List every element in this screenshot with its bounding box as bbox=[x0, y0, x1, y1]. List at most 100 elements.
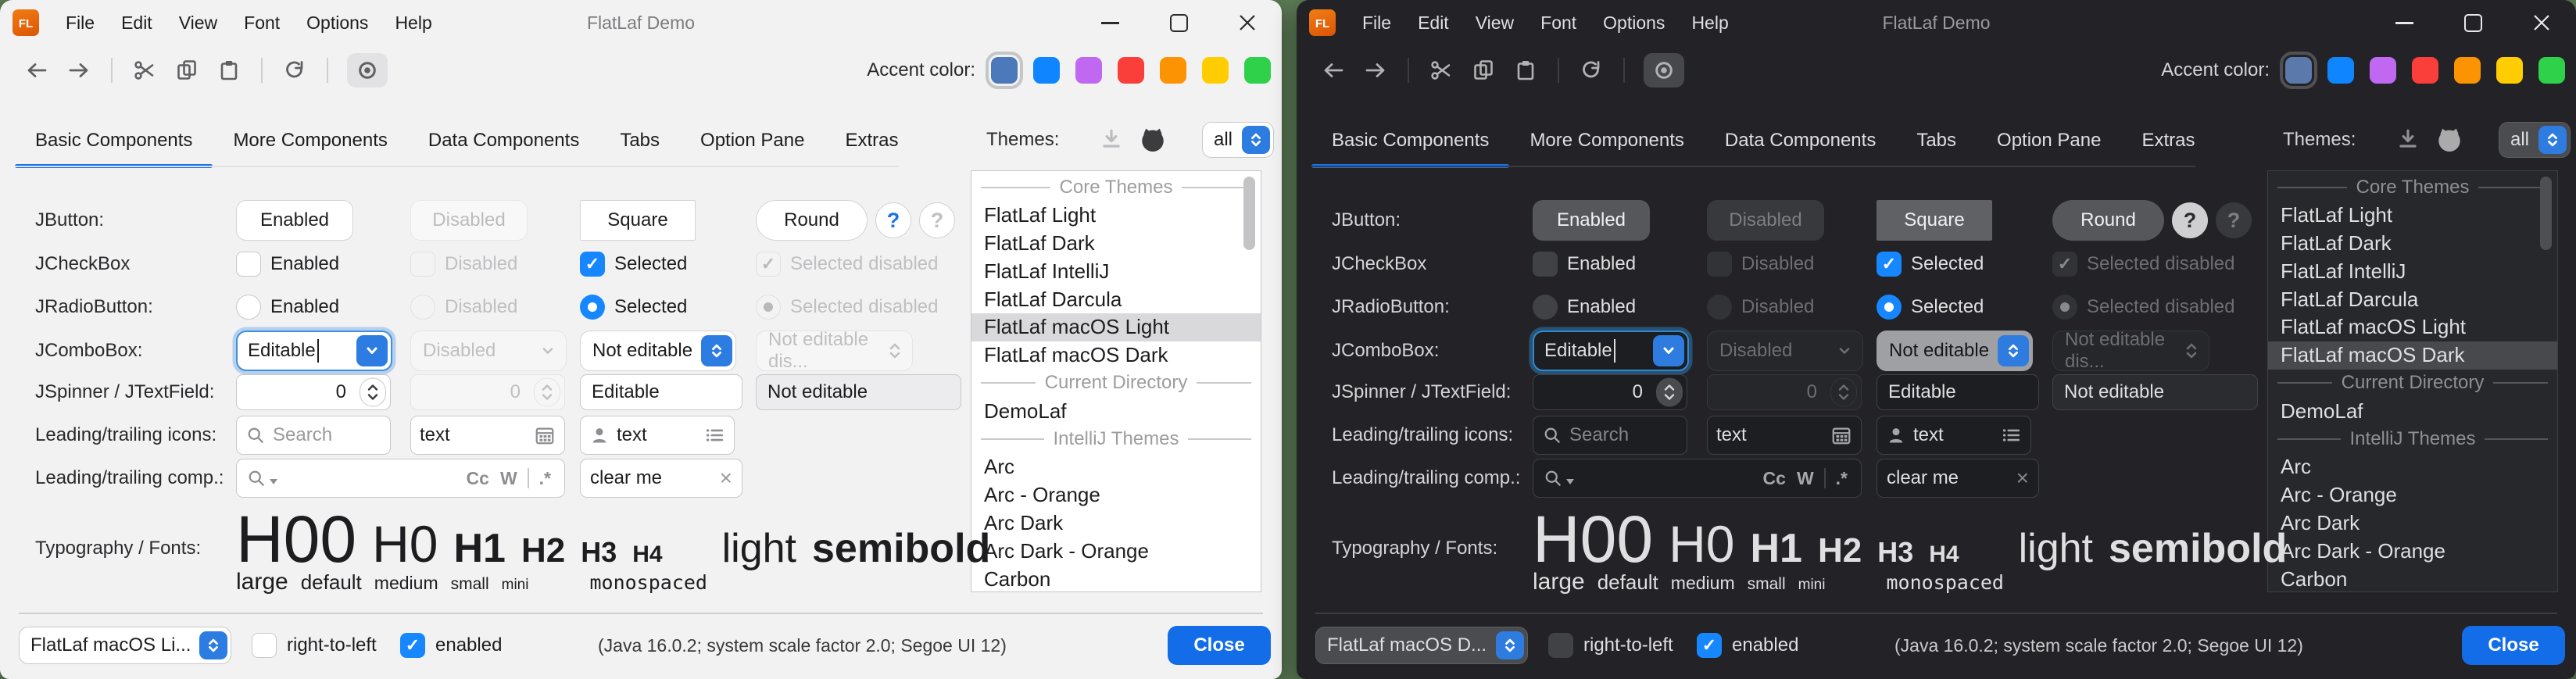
combobox-not-editable[interactable]: Not editable bbox=[580, 331, 736, 371]
combobox-editable[interactable]: Editable bbox=[236, 331, 392, 371]
accent-swatch-2[interactable] bbox=[1033, 57, 1060, 84]
textfield-editable[interactable] bbox=[1877, 374, 2039, 410]
checkbox-selected[interactable] bbox=[580, 252, 605, 277]
accent-swatch-7[interactable] bbox=[2538, 57, 2565, 84]
square-button[interactable]: Square bbox=[1877, 200, 1992, 241]
checkbox-selected[interactable] bbox=[1877, 252, 1902, 277]
close-window-button[interactable] bbox=[1213, 0, 1282, 45]
text-input[interactable] bbox=[420, 424, 527, 446]
enabled-checkbox[interactable] bbox=[1697, 633, 1722, 658]
radio-selected[interactable] bbox=[1877, 295, 1902, 320]
theme-item-flatlaf-intellij[interactable]: FlatLaf IntelliJ bbox=[2268, 257, 2557, 285]
help-button[interactable]: ? bbox=[875, 202, 911, 238]
search-field[interactable] bbox=[1533, 416, 1687, 455]
text-field-user-menu[interactable] bbox=[580, 416, 735, 455]
menu-list-icon[interactable] bbox=[703, 424, 725, 446]
forward-button[interactable] bbox=[1362, 55, 1389, 86]
tab-extras[interactable]: Extras bbox=[2121, 116, 2215, 166]
calendar-icon[interactable] bbox=[534, 424, 556, 446]
text-field-user-menu[interactable] bbox=[1877, 416, 2031, 455]
accent-swatch-1[interactable] bbox=[991, 57, 1018, 84]
scrollbar-thumb[interactable] bbox=[1243, 177, 1255, 250]
copy-button[interactable] bbox=[174, 55, 200, 86]
enabled-checkbox[interactable] bbox=[400, 633, 425, 658]
combobox-arrow-icon[interactable] bbox=[356, 335, 388, 366]
checkbox-enabled[interactable] bbox=[1533, 252, 1558, 277]
tab-tabs[interactable]: Tabs bbox=[1896, 116, 1977, 166]
theme-item-demolaf[interactable]: DemoLaf bbox=[2268, 397, 2557, 425]
theme-item-flatlaf-macos-dark[interactable]: FlatLaf macOS Dark bbox=[2268, 341, 2557, 370]
whole-word-button[interactable]: W bbox=[1793, 468, 1818, 489]
tab-option-pane[interactable]: Option Pane bbox=[1977, 116, 2121, 166]
accent-swatch-4[interactable] bbox=[1118, 57, 1144, 84]
maximize-button[interactable] bbox=[1144, 0, 1213, 45]
theme-combobox[interactable]: FlatLaf macOS Li... bbox=[19, 627, 231, 664]
clear-icon[interactable]: × bbox=[720, 467, 732, 489]
theme-item-arc-dark-orange[interactable]: Arc Dark - Orange bbox=[971, 537, 1261, 565]
accent-swatch-3[interactable] bbox=[2370, 57, 2396, 84]
menu-view[interactable]: View bbox=[1476, 13, 1514, 34]
cut-button[interactable] bbox=[1428, 55, 1454, 86]
theme-item-arc[interactable]: Arc bbox=[2268, 453, 2557, 481]
radio-enabled[interactable] bbox=[1533, 295, 1558, 320]
menu-help[interactable]: Help bbox=[395, 13, 431, 34]
accent-swatch-7[interactable] bbox=[1244, 57, 1271, 84]
github-button[interactable] bbox=[1135, 123, 1171, 156]
combobox-arrow-icon[interactable] bbox=[1653, 335, 1684, 366]
menu-options[interactable]: Options bbox=[1603, 13, 1665, 34]
radio-selected[interactable] bbox=[580, 295, 605, 320]
minimize-button[interactable] bbox=[2370, 0, 2438, 45]
search-field[interactable] bbox=[236, 416, 391, 455]
tab-data-components[interactable]: Data Components bbox=[1705, 116, 1896, 166]
theme-item-carbon[interactable]: Carbon bbox=[2268, 565, 2557, 592]
tab-option-pane[interactable]: Option Pane bbox=[680, 116, 825, 166]
theme-item-flatlaf-macos-dark[interactable]: FlatLaf macOS Dark bbox=[971, 341, 1261, 370]
copy-button[interactable] bbox=[1470, 55, 1497, 86]
search-dropdown-icon[interactable] bbox=[270, 479, 277, 484]
enabled-button[interactable]: Enabled bbox=[1533, 200, 1650, 241]
download-themes-button[interactable] bbox=[1096, 125, 1127, 155]
theme-item-flatlaf-intellij[interactable]: FlatLaf IntelliJ bbox=[971, 257, 1261, 285]
menu-help[interactable]: Help bbox=[1691, 13, 1728, 34]
theme-item-flatlaf-dark[interactable]: FlatLaf Dark bbox=[2268, 230, 2557, 258]
themes-filter-combobox[interactable]: all bbox=[1202, 122, 1274, 158]
accent-swatch-6[interactable] bbox=[2496, 57, 2523, 84]
combobox-not-editable[interactable]: Not editable bbox=[1877, 331, 2033, 371]
download-themes-button[interactable] bbox=[2392, 125, 2424, 155]
menu-edit[interactable]: Edit bbox=[121, 13, 152, 34]
cut-button[interactable] bbox=[131, 55, 158, 86]
match-case-button[interactable]: Cc bbox=[1759, 468, 1790, 489]
paste-button[interactable] bbox=[1512, 55, 1539, 86]
close-button[interactable]: Close bbox=[2462, 626, 2565, 665]
textfield-editable-input[interactable] bbox=[1888, 381, 2027, 403]
spinner-arrows[interactable] bbox=[360, 378, 386, 407]
theme-item-flatlaf-light[interactable]: FlatLaf Light bbox=[971, 202, 1261, 230]
match-case-button[interactable]: Cc bbox=[463, 468, 493, 489]
tab-basic-components[interactable]: Basic Components bbox=[1311, 116, 1509, 166]
accent-swatch-4[interactable] bbox=[2412, 57, 2438, 84]
theme-combobox[interactable]: FlatLaf macOS D... bbox=[1315, 627, 1528, 664]
search-options-field[interactable]: Cc W .* bbox=[236, 459, 565, 498]
text-field-calendar[interactable] bbox=[410, 416, 565, 455]
search-input[interactable] bbox=[273, 424, 381, 446]
github-button[interactable] bbox=[2431, 123, 2467, 156]
calendar-icon[interactable] bbox=[1830, 424, 1852, 446]
tab-tabs[interactable]: Tabs bbox=[599, 116, 680, 166]
theme-item-arc-dark[interactable]: Arc Dark bbox=[971, 509, 1261, 538]
close-window-button[interactable] bbox=[2507, 0, 2576, 45]
clear-icon[interactable]: × bbox=[2016, 467, 2029, 489]
regex-button[interactable]: .* bbox=[535, 468, 555, 489]
round-button[interactable]: Round bbox=[2052, 200, 2164, 241]
accent-swatch-2[interactable] bbox=[2327, 57, 2354, 84]
search-dropdown-icon[interactable] bbox=[1566, 479, 1574, 484]
spinner-arrows[interactable] bbox=[1656, 378, 1683, 407]
combobox-editable[interactable]: Editable bbox=[1533, 331, 1689, 371]
menu-font[interactable]: Font bbox=[1540, 13, 1576, 34]
enabled-button[interactable]: Enabled bbox=[236, 200, 353, 241]
menu-list-icon[interactable] bbox=[2000, 424, 2022, 446]
tab-data-components[interactable]: Data Components bbox=[408, 116, 599, 166]
search-input[interactable] bbox=[1569, 424, 1678, 446]
menu-font[interactable]: Font bbox=[244, 13, 280, 34]
scrollbar-thumb[interactable] bbox=[2540, 177, 2552, 250]
tab-extras[interactable]: Extras bbox=[825, 116, 918, 166]
